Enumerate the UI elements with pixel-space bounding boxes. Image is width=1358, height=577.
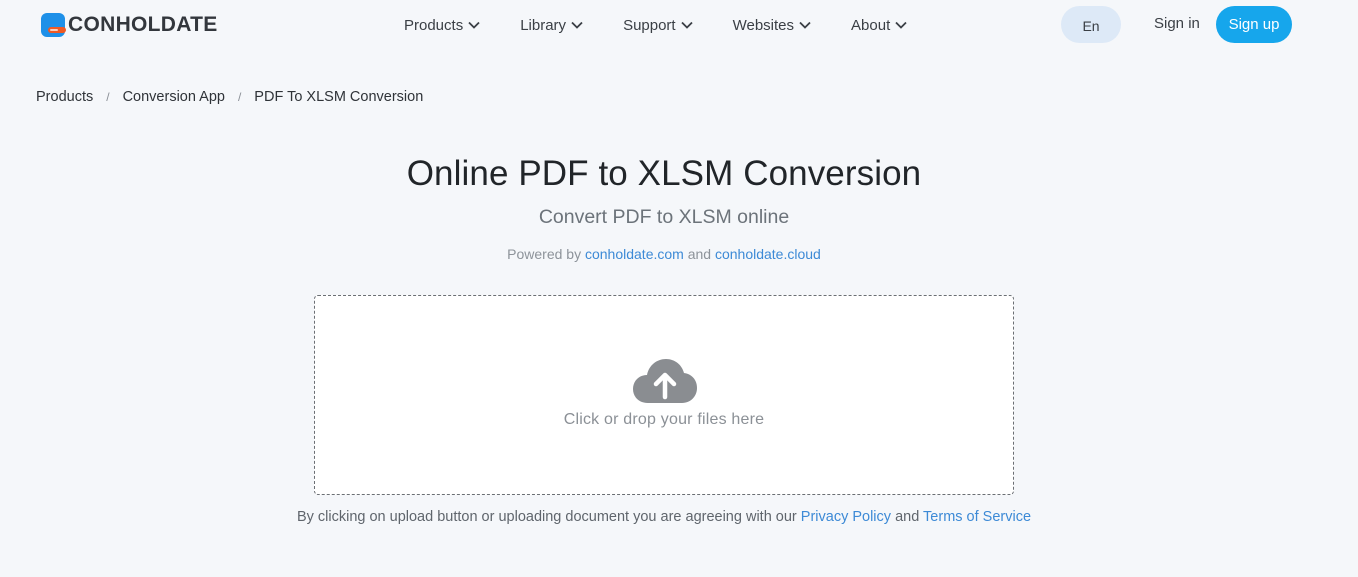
page-title: Online PDF to XLSM Conversion [406,154,922,193]
nav-label: Library [520,16,567,34]
terms-and: and [895,509,920,525]
privacy-policy-link[interactable]: Privacy Policy [801,509,891,525]
breadcrumb-separator: / [106,90,110,104]
breadcrumb: Products / Conversion App / PDF To XLSM … [36,89,423,105]
sign-up-button[interactable]: Sign up [1216,6,1292,43]
file-dropzone[interactable]: Click or drop your files here [314,295,1014,495]
powered-prefix: Powered by [507,246,582,262]
dropzone-text: Click or drop your files here [563,411,765,428]
conholdate-com-link[interactable]: conholdate.com [585,246,684,262]
nav-label: Websites [732,16,795,34]
language-button[interactable]: En [1061,6,1121,43]
terms-of-service-link[interactable]: Terms of Service [923,509,1031,525]
chevron-down-icon [571,21,583,29]
nav-label: Products [404,16,464,34]
chevron-down-icon [680,21,693,29]
chevron-down-icon [895,21,907,29]
logo-text: CONHOLDATE [68,13,218,36]
page-subtitle: Convert PDF to XLSM online [538,206,790,228]
nav-label: Support [623,16,676,34]
site-header: CONHOLDATE Products Library Support Webs… [0,0,1358,52]
nav-library[interactable]: Library [520,17,583,34]
nav-products[interactable]: Products [404,17,480,34]
nav-websites[interactable]: Websites [733,17,811,34]
breadcrumb-products[interactable]: Products [36,89,93,105]
sign-in-link[interactable]: Sign in [1154,15,1200,32]
powered-by: Powered by conholdate.com and conholdate… [0,246,1328,262]
conholdate-cloud-link[interactable]: conholdate.cloud [715,246,821,262]
terms-prefix: By clicking on upload button or uploadin… [296,509,797,525]
chevron-down-icon [468,21,480,29]
breadcrumb-separator: / [237,90,242,104]
powered-and: and [687,246,712,262]
logo-icon [39,11,67,39]
nav-support[interactable]: Support [623,17,693,34]
logo-link[interactable]: CONHOLDATE [39,11,218,39]
breadcrumb-conversion-app[interactable]: Conversion App [123,89,225,105]
cloud-upload-icon [633,359,697,403]
main-nav: Products Library Support Websites About [404,14,907,36]
terms-notice: By clicking on upload button or uploadin… [0,509,1328,525]
nav-label: About [851,16,891,34]
chevron-down-icon [799,21,811,29]
nav-about[interactable]: About [851,17,907,34]
breadcrumb-current: PDF To XLSM Conversion [254,89,424,105]
